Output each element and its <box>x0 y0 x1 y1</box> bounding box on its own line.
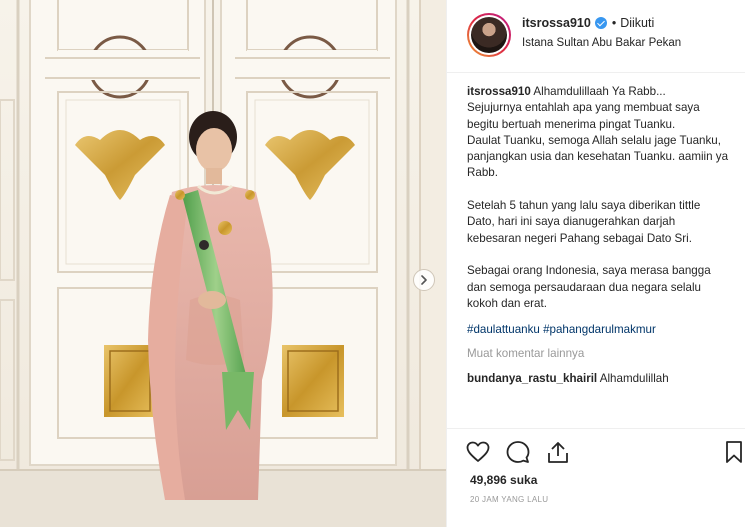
chevron-right-icon <box>421 275 427 285</box>
comments-area[interactable]: itsrossa910 Alhamdulillaah Ya Rabb... Se… <box>467 84 729 428</box>
hashtags[interactable]: #daulattuanku #pahangdarulmakmur <box>467 322 729 338</box>
post-photo[interactable] <box>0 0 446 527</box>
comment-username[interactable]: bundanya_rastu_khairil <box>467 372 597 385</box>
verified-badge-icon <box>594 17 607 29</box>
location-link[interactable]: Istana Sultan Abu Bakar Pekan <box>522 37 681 49</box>
avatar[interactable] <box>467 13 511 57</box>
avatar-image <box>471 17 507 53</box>
caption-username[interactable]: itsrossa910 <box>467 85 531 98</box>
caption-text: Alhamdulillaah Ya Rabb... Sejujurnya ent… <box>467 85 729 310</box>
comment-button[interactable] <box>505 439 531 465</box>
likes-count[interactable]: 49,896 suka <box>470 473 537 487</box>
share-button[interactable] <box>545 439 571 465</box>
comment-icon <box>506 441 530 463</box>
comment-text: Alhamdulillah <box>599 371 669 385</box>
post-image <box>0 0 446 527</box>
like-button[interactable] <box>465 439 491 465</box>
view-more-comments-button[interactable]: Muat komentar lainnya <box>467 346 729 362</box>
post-caption: itsrossa910 Alhamdulillaah Ya Rabb... Se… <box>467 84 729 312</box>
share-icon <box>548 442 568 463</box>
comment-item: bundanya_rastu_khairil Alhamdulillah <box>467 371 729 387</box>
heart-icon <box>466 441 490 462</box>
bookmark-icon <box>726 441 742 463</box>
save-button[interactable] <box>721 439 745 465</box>
post-timestamp[interactable]: 20 JAM YANG LALU <box>470 495 548 504</box>
post-actions: 49,896 suka 20 JAM YANG LALU <box>447 428 745 527</box>
username-row: itsrossa910 • Diikuti <box>522 16 654 30</box>
follow-status-button[interactable]: Diikuti <box>620 16 654 30</box>
post-side-panel: itsrossa910 • Diikuti Istana Sultan Abu … <box>446 0 745 527</box>
next-photo-button[interactable] <box>413 269 435 291</box>
username-link[interactable]: itsrossa910 <box>522 16 591 30</box>
separator-dot: • <box>611 16 617 30</box>
post-header: itsrossa910 • Diikuti Istana Sultan Abu … <box>447 0 745 73</box>
